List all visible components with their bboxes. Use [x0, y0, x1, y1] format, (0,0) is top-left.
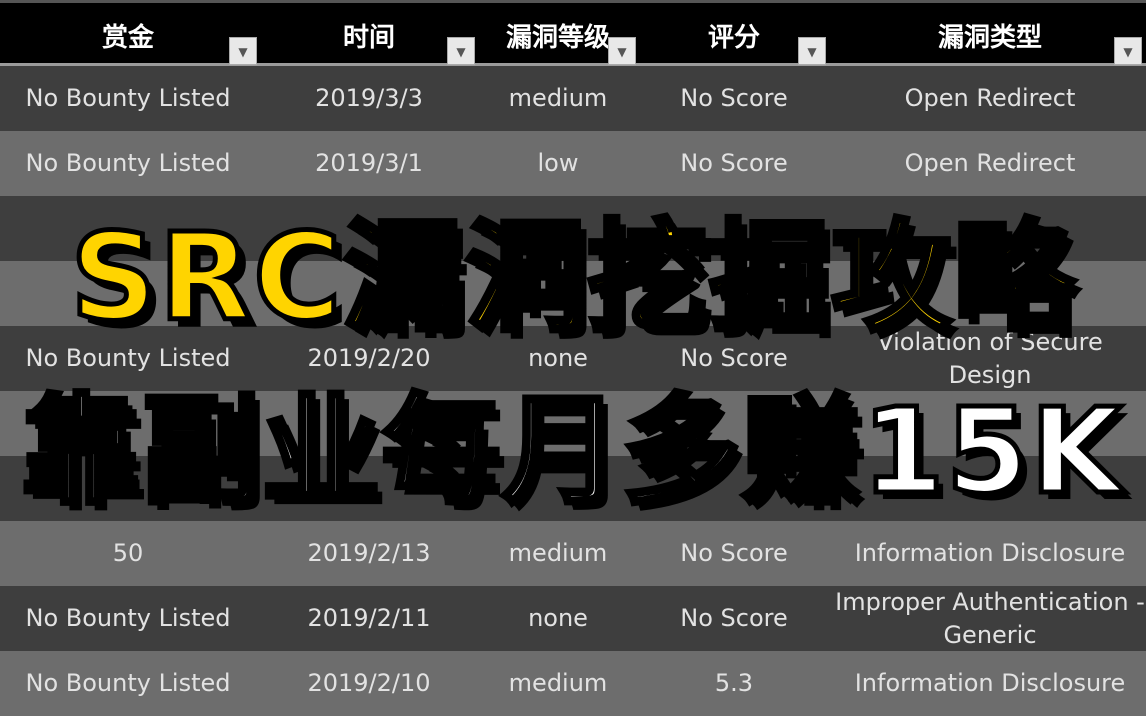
table-cell: 2019/3/3 [315, 84, 423, 112]
table-cell: 2019/2/10 [307, 669, 431, 697]
table-row: 50 2019/2/13 medium No Score Information Dis… [0, 521, 1146, 586]
table-cell: 2019/2/11 [307, 604, 431, 632]
table-cell: medium [508, 539, 608, 567]
table-cell: Open Redirect [904, 84, 1076, 112]
table-cell: 50 [112, 539, 144, 567]
table-header: 赏金 ▼ 时间 ▼ 漏洞等级 ▼ 评分 ▼ 漏洞类型 ▼ [0, 0, 1146, 66]
table-cell: No Bounty Listed [25, 84, 231, 112]
dropdown-filter-icon[interactable]: ▼ [798, 37, 826, 65]
table-cell: medium [508, 669, 608, 697]
table-row: No Bounty Listed 2019/3/3 medium No Score Op… [0, 66, 1146, 131]
table-cell: 2019/2/13 [307, 539, 431, 567]
overlay-title: SRC漏洞挖掘攻略 [68, 207, 1076, 351]
table-cell: Improper Authentication - Generic [835, 587, 1145, 649]
table-cell: Information Disclosure [854, 539, 1126, 567]
table-cell: medium [508, 84, 608, 112]
table-row: No Bounty Listed 2019/2/10 medium 5.3 Inform… [0, 651, 1146, 716]
dropdown-filter-icon[interactable]: ▼ [1114, 37, 1142, 65]
table-cell: No Bounty Listed [25, 669, 231, 697]
overlay-subtitle: 靠副业每月多赚15K [20, 380, 1125, 523]
dropdown-filter-icon[interactable]: ▼ [229, 37, 257, 65]
table-cell: No Score [680, 539, 788, 567]
table-cell: none [528, 604, 588, 632]
table-cell: No Bounty Listed [25, 604, 231, 632]
column-header: 漏洞类型 [937, 23, 1042, 53]
table-cell: Information Disclosure [854, 669, 1126, 697]
table-cell: No Score [680, 84, 788, 112]
table-cell: No Score [680, 604, 788, 632]
dropdown-filter-icon[interactable]: ▼ [608, 37, 636, 65]
table-cell: 5.3 [714, 669, 754, 697]
table-row: No Bounty Listed 2019/2/11 none No Score Imp… [0, 586, 1146, 651]
column-header: 赏金 [101, 23, 154, 53]
dropdown-filter-icon[interactable]: ▼ [447, 37, 475, 65]
